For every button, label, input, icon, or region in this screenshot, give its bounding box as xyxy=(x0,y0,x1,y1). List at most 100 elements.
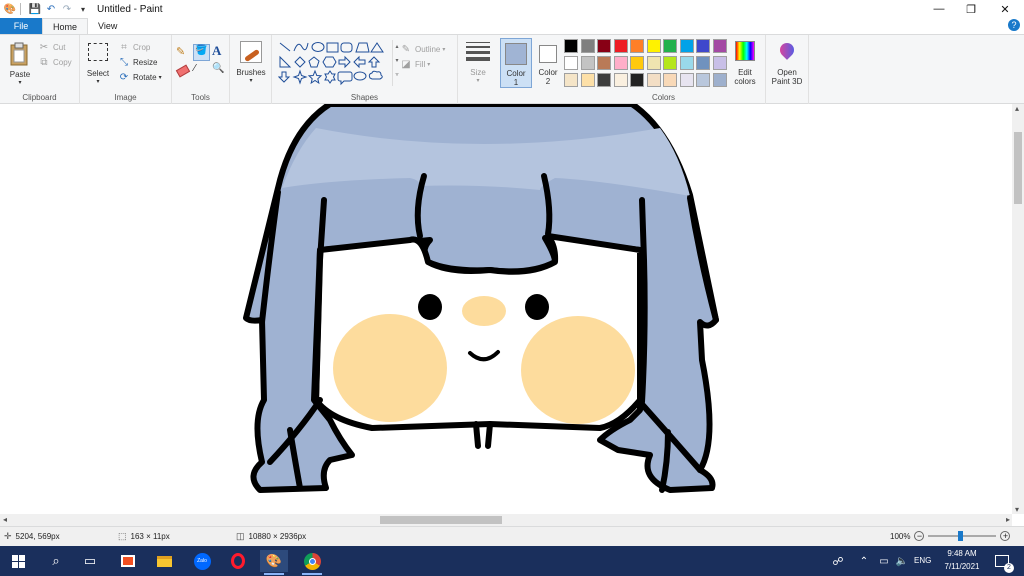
help-icon[interactable]: ? xyxy=(1008,19,1020,31)
color1-button[interactable]: Color 1 xyxy=(500,38,532,88)
outline-label: Outline xyxy=(415,45,441,54)
vertical-scrollbar[interactable]: ▴ ▾ xyxy=(1012,104,1024,514)
image-group-label: Image xyxy=(114,93,137,102)
color1-swatch xyxy=(505,43,527,65)
rounded-callout-shape xyxy=(337,71,353,86)
people-icon[interactable]: ☍ xyxy=(824,550,852,572)
rotate-dropdown-icon[interactable]: ▾ xyxy=(159,74,162,81)
zoom-in-icon[interactable]: + xyxy=(1000,531,1011,541)
scroll-left-icon[interactable]: ◂ xyxy=(3,515,7,524)
magnifier-tool[interactable]: 🔍 xyxy=(212,63,224,74)
maximize-button[interactable]: ❐ xyxy=(954,0,988,18)
undo-icon[interactable]: ↶ xyxy=(45,3,57,15)
horizontal-scroll-thumb[interactable] xyxy=(380,516,502,524)
fill-dropdown-icon[interactable]: ▾ xyxy=(427,61,430,68)
fill-label: Fill xyxy=(415,60,426,69)
file-explorer-icon[interactable] xyxy=(150,550,178,572)
notifications-icon[interactable]: 2 xyxy=(988,550,1016,573)
zoom-slider-thumb[interactable] xyxy=(958,531,964,541)
line-width-icon xyxy=(466,42,490,61)
minimize-button[interactable]: — xyxy=(922,0,956,18)
curve-shape xyxy=(293,42,309,52)
scroll-right-icon[interactable]: ▸ xyxy=(1006,515,1010,524)
chrome-icon[interactable] xyxy=(298,550,326,575)
cut-button[interactable]: ✂ Cut xyxy=(38,40,72,55)
drawing-canvas[interactable] xyxy=(0,104,1012,514)
crop-label: Crop xyxy=(133,43,151,52)
zoom-slider[interactable] xyxy=(928,531,997,541)
fill-tool[interactable]: 🪣 xyxy=(193,44,210,61)
tab-view[interactable]: View xyxy=(88,18,127,34)
crop-button[interactable]: ⌗ Crop xyxy=(118,40,162,55)
clock-time[interactable]: 9:48 AM xyxy=(942,549,982,558)
scroll-up-icon[interactable]: ▴ xyxy=(1015,104,1019,113)
brushes-button[interactable]: Brushes ▾ xyxy=(234,41,268,87)
vertical-scroll-thumb[interactable] xyxy=(1014,132,1022,204)
tab-file[interactable]: File xyxy=(0,18,42,34)
text-tool[interactable]: A xyxy=(212,43,227,58)
save-icon[interactable]: 💾 xyxy=(29,3,41,15)
down-arrow-shape xyxy=(278,71,291,83)
search-icon[interactable]: ⌕ xyxy=(42,550,70,572)
colors-group-label: Colors xyxy=(651,93,676,102)
ribbon-tabs: File Home View xyxy=(0,18,1024,34)
color2-button[interactable]: Color 2 xyxy=(534,38,562,88)
paste-button[interactable]: Paste ▾ xyxy=(6,39,34,86)
clipboard-group-label: Clipboard xyxy=(22,93,57,102)
size-label: Size xyxy=(470,68,486,77)
outline-dropdown-icon[interactable]: ▾ xyxy=(442,46,445,53)
select-dropdown-icon[interactable]: ▾ xyxy=(84,78,112,87)
image-group: Select ▾ ⌗ Crop ⤡ Resize ⟳ Rotate ▾ Image xyxy=(80,35,172,104)
select-button[interactable]: Select ▾ xyxy=(84,41,112,85)
outline-icon: ✎ xyxy=(401,44,411,55)
language-indicator[interactable]: ENG xyxy=(914,556,931,565)
zalo-icon[interactable]: Zalo xyxy=(188,550,216,572)
close-button[interactable]: ✕ xyxy=(988,0,1022,18)
paste-label: Paste xyxy=(9,70,31,79)
selection-size-value: 163 × 11px xyxy=(130,532,170,541)
selection-size: ⬚ 163 × 11px xyxy=(118,531,170,542)
horizontal-scrollbar[interactable]: ◂ ▸ xyxy=(0,514,1012,526)
paint-app-icon[interactable]: 🎨 xyxy=(4,3,16,15)
zoom-out-icon[interactable]: − xyxy=(914,531,925,541)
redo-icon[interactable]: ↷ xyxy=(61,3,73,15)
size-button[interactable]: Size ▾ xyxy=(464,41,492,89)
opera-icon[interactable] xyxy=(224,550,252,572)
right-cheek xyxy=(521,316,635,424)
copy-icon: ⧉ xyxy=(40,57,48,68)
selection-icon: ⬚ xyxy=(118,531,127,541)
resize-button[interactable]: ⤡ Resize xyxy=(118,55,162,70)
crop-icon: ⌗ xyxy=(121,42,127,53)
color-picker-tool[interactable]: ⁄ xyxy=(194,63,196,74)
size-dropdown-icon[interactable]: ▾ xyxy=(464,77,492,86)
color1-label: Color xyxy=(506,69,526,78)
scroll-down-icon[interactable]: ▾ xyxy=(1015,505,1019,514)
rotate-button[interactable]: ⟳ Rotate ▾ xyxy=(118,70,162,85)
volume-icon[interactable]: 🔈 xyxy=(888,550,916,572)
outline-button[interactable]: ✎ Outline ▾ xyxy=(400,42,446,57)
tab-home[interactable]: Home xyxy=(42,18,89,34)
shapes-group-label: Shapes xyxy=(350,93,379,102)
shapes-gallery[interactable] xyxy=(278,40,390,86)
start-button[interactable] xyxy=(4,550,32,572)
pencil-tool[interactable]: ✎ xyxy=(176,45,191,60)
task-view-icon[interactable]: ▭ xyxy=(76,550,104,572)
cloud-callout-shape xyxy=(368,70,383,80)
paint-taskbar-icon[interactable]: 🎨 xyxy=(260,550,288,575)
clock-date[interactable]: 7/11/2021 xyxy=(940,562,984,571)
microsoft-store-icon[interactable] xyxy=(114,550,142,572)
brushes-dropdown-icon[interactable]: ▾ xyxy=(234,77,268,86)
resize-label: Resize xyxy=(133,58,158,67)
select-icon xyxy=(88,43,108,61)
eraser-tool[interactable] xyxy=(175,64,191,78)
paste-dropdown-icon[interactable]: ▾ xyxy=(6,79,34,88)
customize-toolbar-icon[interactable]: ▾ xyxy=(77,3,89,15)
right-triangle-shape xyxy=(279,55,292,68)
copy-button[interactable]: ⧉ Copy xyxy=(38,55,71,70)
paint3d-label-2: Paint 3D xyxy=(771,77,803,86)
paste-icon xyxy=(10,42,28,66)
fill-button[interactable]: ◪ Fill ▾ xyxy=(400,57,445,72)
color2-label: Color xyxy=(538,68,558,77)
brushes-group: Brushes ▾ xyxy=(230,35,272,104)
open-paint3d-button[interactable]: Open Paint 3D xyxy=(768,40,806,91)
